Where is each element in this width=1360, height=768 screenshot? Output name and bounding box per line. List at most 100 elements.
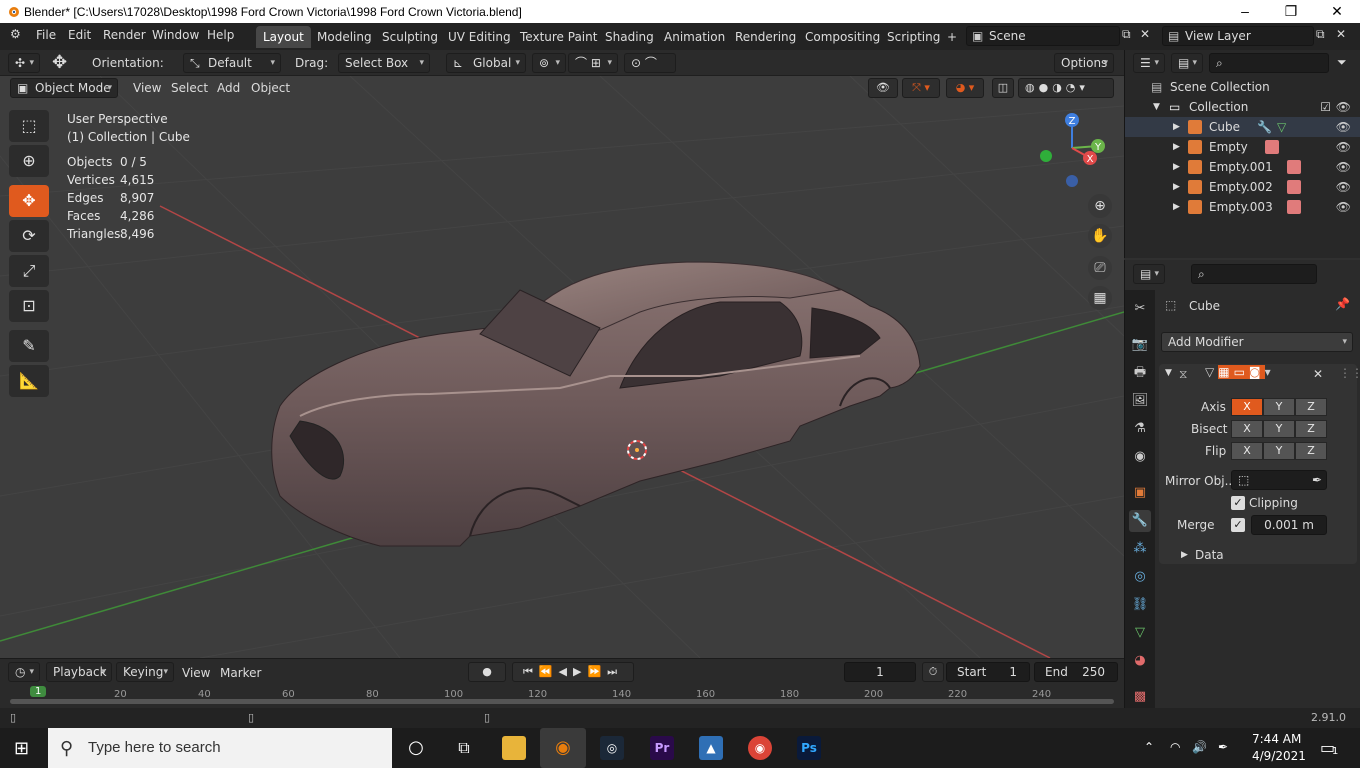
eye-icon[interactable]: 👁	[1336, 97, 1351, 117]
photoshop-icon[interactable]: Ps	[797, 736, 821, 760]
blender-taskbar-icon[interactable]: ◉	[540, 728, 586, 768]
menu-edit[interactable]: Edit	[68, 28, 91, 42]
timeline-marker-menu[interactable]: Marker	[220, 666, 261, 680]
tab-layout[interactable]: Layout	[256, 26, 311, 48]
expand-icon[interactable]: ▶	[1173, 157, 1180, 177]
flip-x-toggle[interactable]: X	[1231, 442, 1263, 460]
menu-window[interactable]: Window	[152, 28, 199, 42]
shading-modes[interactable]: ◍●◑◔▾	[1018, 78, 1114, 98]
cortana-icon[interactable]: ○	[404, 736, 428, 760]
clock-time[interactable]: 7:44 AM	[1252, 732, 1301, 746]
viewport-menu-select[interactable]: Select	[171, 81, 208, 95]
remove-modifier-icon[interactable]: ✕	[1313, 367, 1323, 381]
task-view-icon[interactable]: ⧉	[452, 736, 476, 760]
viewport-menu-object[interactable]: Object	[251, 81, 290, 95]
transform-orientation-dropdown[interactable]: ⊾ Global ▾	[446, 53, 526, 73]
rotate-tool[interactable]: ⟳	[9, 220, 49, 252]
merge-distance-field[interactable]: 0.001 m	[1251, 515, 1327, 535]
keying-dropdown[interactable]: Keying ▾	[116, 662, 174, 682]
physics-tab-icon[interactable]: ◎	[1129, 566, 1151, 588]
eyedropper-icon[interactable]: ✒	[1312, 471, 1322, 489]
mode-dropdown[interactable]: ▣ Object Mode ▾	[10, 78, 118, 98]
steam-icon[interactable]: ◎	[600, 736, 624, 760]
editor-type-dropdown[interactable]: ✣ ▾	[8, 53, 40, 73]
tab-shading[interactable]: Shading	[598, 26, 661, 48]
outliner-item-empty-002[interactable]: ▶ Empty.002 👁	[1125, 177, 1360, 197]
camera-icon[interactable]: ⎚	[1088, 256, 1112, 280]
visibility-toggle[interactable]: 👁	[868, 78, 898, 98]
gizmo-toggle[interactable]: ⤧ ▾	[902, 78, 940, 98]
playback-dropdown[interactable]: Playback ▾	[46, 662, 112, 682]
output-tab-icon[interactable]: 🖶	[1129, 362, 1151, 384]
merge-checkbox[interactable]: ✓	[1231, 518, 1245, 532]
start-frame-field[interactable]: Start 1	[946, 662, 1030, 682]
photos-icon[interactable]: ▲	[699, 736, 723, 760]
zoom-icon[interactable]: ⊕	[1088, 194, 1112, 218]
grid-view-icon[interactable]: ▦	[1088, 286, 1112, 310]
scene-selector[interactable]: ▣ Scene	[966, 26, 1120, 46]
pivot-dropdown[interactable]: ⊚ ▾	[532, 53, 566, 73]
axis-z-toggle[interactable]: Z	[1295, 398, 1327, 416]
preview-range-toggle[interactable]: ⏱	[922, 662, 944, 682]
menu-file[interactable]: File	[36, 28, 56, 42]
taskbar-search[interactable]: ⚲ Type here to search	[48, 728, 392, 768]
eye-icon[interactable]: 👁	[1336, 117, 1351, 137]
edit-cage-icon[interactable]: ▽	[1205, 365, 1218, 379]
texture-tab-icon[interactable]: ▩	[1129, 686, 1151, 708]
playhead[interactable]: 1	[30, 686, 47, 697]
tab-sculpting[interactable]: Sculpting	[375, 26, 445, 48]
properties-editor-type[interactable]: ▤ ▾	[1133, 264, 1165, 284]
eye-icon[interactable]: 👁	[1336, 197, 1351, 217]
view-layer-tab-icon[interactable]: 🖼	[1129, 390, 1151, 412]
new-scene-icon[interactable]: ⧉	[1122, 27, 1131, 42]
orientation-dropdown[interactable]: ⤡ Default ▾	[183, 53, 281, 73]
frame-ruler[interactable]: 1 20 40 60 80 100 120 140 160 180 200 22…	[10, 686, 1114, 700]
render-tab-icon[interactable]: 📷	[1129, 334, 1151, 356]
expand-icon[interactable]: ▶	[1173, 177, 1180, 197]
scale-tool[interactable]: ⤢	[9, 255, 49, 287]
add-modifier-dropdown[interactable]: Add Modifier ▾	[1161, 332, 1353, 352]
cursor-tool[interactable]: ⊕	[9, 145, 49, 177]
outliner-item-empty[interactable]: ▶ Empty 👁	[1125, 137, 1360, 157]
modifier-tab-icon[interactable]: 🔧	[1129, 510, 1151, 532]
playback-controls[interactable]: ⏮⏪◀▶⏩⏭	[512, 662, 634, 682]
axis-x-toggle[interactable]: X	[1231, 398, 1263, 416]
expand-icon[interactable]: ▶	[1173, 117, 1180, 137]
collapse-icon[interactable]: ▼	[1165, 368, 1172, 378]
close-button[interactable]: ✕	[1314, 0, 1360, 23]
realtime-icon[interactable]: ▭	[1233, 365, 1249, 379]
axis-y-toggle[interactable]: Y	[1263, 398, 1295, 416]
file-explorer-icon[interactable]	[502, 736, 526, 760]
flip-z-toggle[interactable]: Z	[1295, 442, 1327, 460]
filter-icon[interactable]: ⏷	[1337, 55, 1347, 70]
snap-dropdown[interactable]: ⌒ ⊞ ▾	[568, 53, 618, 73]
delete-scene-icon[interactable]: ✕	[1140, 27, 1150, 41]
timeline-scrollbar[interactable]	[10, 699, 1114, 704]
navigation-gizmo[interactable]: Z Y X	[1040, 113, 1105, 187]
material-tab-icon[interactable]: ◕	[1129, 650, 1151, 672]
eye-icon[interactable]: 👁	[1336, 157, 1351, 177]
data-subpanel-label[interactable]: Data	[1195, 548, 1224, 562]
outliner-item-empty-003[interactable]: ▶ Empty.003 👁	[1125, 197, 1360, 217]
menu-render[interactable]: Render	[103, 28, 146, 42]
checkbox-icon[interactable]: ☑	[1320, 97, 1331, 117]
add-workspace-button[interactable]: +	[940, 26, 964, 48]
pen-icon[interactable]: ✒	[1218, 740, 1228, 754]
flip-y-toggle[interactable]: Y	[1263, 442, 1295, 460]
new-view-layer-icon[interactable]: ⧉	[1316, 27, 1325, 42]
data-expand-icon[interactable]: ▶	[1181, 550, 1188, 560]
move-tool-icon[interactable]: ✥	[52, 52, 67, 73]
overlay-toggle[interactable]: ◕ ▾	[946, 78, 984, 98]
tab-rendering[interactable]: Rendering	[728, 26, 803, 48]
render-icon[interactable]: ◙	[1248, 365, 1265, 379]
measure-tool[interactable]: 📐	[9, 365, 49, 397]
outliner-editor-type[interactable]: ☰ ▾	[1133, 53, 1165, 73]
display-mode-dropdown[interactable]: ▤ ▾	[1171, 53, 1203, 73]
properties-search[interactable]: ⌕	[1191, 264, 1317, 284]
bisect-y-toggle[interactable]: Y	[1263, 420, 1295, 438]
expand-icon[interactable]: ▶	[1173, 137, 1180, 157]
maximize-button[interactable]: ❐	[1268, 0, 1314, 23]
move-tool[interactable]: ✥	[9, 185, 49, 217]
data-tab-icon[interactable]: ▽	[1129, 622, 1151, 644]
eye-icon[interactable]: 👁	[1336, 137, 1351, 157]
